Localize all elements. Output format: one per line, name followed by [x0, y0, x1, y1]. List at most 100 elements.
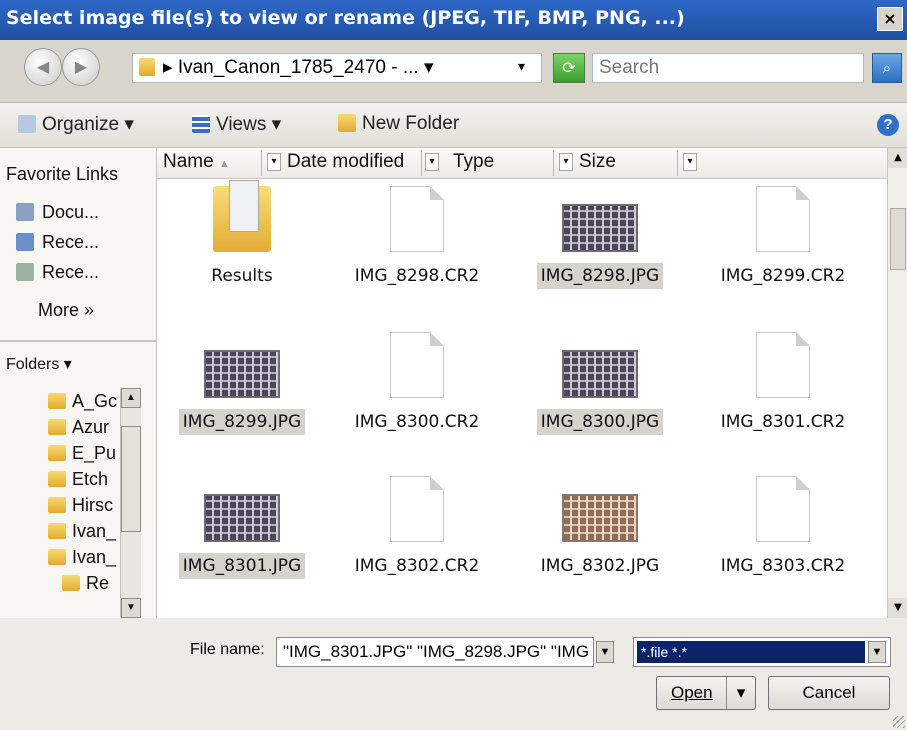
column-type[interactable]: Type	[453, 151, 494, 173]
back-button[interactable]: ◀	[24, 48, 62, 86]
title-bar[interactable]: Select image file(s) to view or rename (…	[0, 0, 907, 40]
file-name-text: IMG_8301.CR2	[720, 412, 846, 432]
nav-divider[interactable]	[0, 340, 156, 342]
views-icon	[192, 115, 210, 133]
file-name-label: IMG_8300.CR2	[332, 412, 502, 432]
file-item[interactable]: IMG_8300.CR2	[332, 324, 502, 464]
tree-folder-label: E_Pu	[72, 443, 117, 463]
file-name-label: IMG_8302.CR2	[332, 556, 502, 576]
raw-file-icon	[756, 476, 810, 542]
raw-file-icon	[756, 186, 810, 252]
cancel-button[interactable]: Cancel	[768, 676, 890, 710]
column-divider[interactable]	[677, 150, 678, 176]
tree-folder[interactable]: Re	[62, 573, 156, 594]
file-type-filter-value: *.file *.*	[637, 641, 865, 663]
recent-places-icon	[16, 233, 34, 251]
image-thumbnail	[562, 350, 638, 398]
folders-heading[interactable]: Folders ▾	[6, 354, 72, 374]
column-date-modified[interactable]: Date modified	[287, 151, 404, 173]
column-size-filter[interactable]: ▾	[683, 153, 697, 171]
file-type-filter[interactable]: *.file *.* ▼	[633, 637, 891, 667]
folder-icon	[48, 445, 66, 461]
views-menu[interactable]: Views ▾	[192, 113, 281, 136]
tree-scroll-up[interactable]: ▲	[121, 388, 141, 408]
file-item[interactable]: Results	[157, 178, 327, 318]
folder-icon	[48, 393, 66, 409]
organize-menu[interactable]: Organize ▾	[18, 113, 134, 136]
file-item[interactable]: IMG_8299.JPG	[157, 324, 327, 464]
tree-scroll-down[interactable]: ▼	[121, 598, 141, 618]
open-split-dropdown[interactable]: ▾	[726, 677, 755, 709]
new-folder-icon	[338, 114, 356, 132]
file-dialog-window: Select image file(s) to view or rename (…	[0, 0, 907, 730]
file-name-dropdown[interactable]: ▼	[596, 641, 614, 663]
folder-icon	[48, 523, 66, 539]
file-name-label: IMG_8301.JPG	[157, 553, 327, 579]
file-type-dropdown[interactable]: ▼	[868, 641, 886, 663]
forward-button[interactable]: ▶	[62, 48, 100, 86]
new-folder-button[interactable]: New Folder	[338, 113, 459, 135]
navigation-pane: Favorite Links Docu... Rece... Rece... M…	[0, 148, 157, 618]
file-item[interactable]: IMG_8300.JPG	[515, 324, 685, 464]
nav-link-recently-changed[interactable]: Rece...	[16, 262, 99, 283]
file-item[interactable]: IMG_8303.CR2	[698, 468, 868, 608]
address-path: ▸ Ivan_Canon_1785_2470 - ... ▾	[163, 57, 434, 78]
column-name-filter[interactable]: ▾	[267, 153, 281, 171]
file-name-label: IMG_8303.CR2	[698, 556, 868, 576]
nav-link-documents[interactable]: Docu...	[16, 202, 99, 223]
folder-tree-scrollbar[interactable]: ▲ ▼	[120, 388, 141, 618]
column-date-filter[interactable]: ▾	[425, 153, 439, 171]
file-list-scrollbar[interactable]: ▲ ▼	[887, 148, 907, 618]
column-name[interactable]: Name ▲	[163, 151, 230, 173]
column-divider[interactable]	[261, 150, 262, 176]
column-divider[interactable]	[421, 150, 422, 176]
file-name-text: IMG_8298.CR2	[354, 266, 480, 286]
file-name-label: IMG_8299.JPG	[157, 409, 327, 435]
column-divider[interactable]	[553, 150, 554, 176]
address-breadcrumb[interactable]: ▸ Ivan_Canon_1785_2470 - ... ▾	[132, 53, 542, 83]
column-type-filter[interactable]: ▾	[559, 153, 573, 171]
open-button[interactable]: Open ▾	[656, 676, 756, 710]
file-item[interactable]: IMG_8301.CR2	[698, 324, 868, 464]
folder-icon	[213, 180, 271, 252]
file-item[interactable]: IMG_8301.JPG	[157, 468, 327, 608]
file-item[interactable]: IMG_8298.JPG	[515, 178, 685, 318]
raw-file-icon	[390, 186, 444, 252]
scroll-down-button[interactable]: ▼	[888, 598, 907, 618]
help-icon[interactable]: ?	[877, 114, 899, 136]
tree-scroll-thumb[interactable]	[121, 426, 141, 532]
tree-folder-label: Ivan_	[72, 521, 117, 541]
nav-link-recent-places[interactable]: Rece...	[16, 232, 99, 253]
folder-icon	[48, 497, 66, 513]
folder-icon	[48, 471, 66, 487]
file-name-text: IMG_8300.JPG	[536, 409, 664, 435]
search-input[interactable]: Search	[592, 53, 864, 83]
file-name-text: IMG_8301.JPG	[178, 553, 306, 579]
sort-ascending-icon: ▲	[218, 158, 230, 170]
column-size[interactable]: Size	[579, 151, 616, 173]
resize-grip[interactable]	[893, 716, 905, 728]
file-item[interactable]: IMG_8299.CR2	[698, 178, 868, 318]
scroll-thumb[interactable]	[890, 208, 906, 270]
file-list[interactable]: Name ▲ ▾ Date modified ▾ Type ▾ Size ▾ R…	[157, 148, 887, 618]
refresh-icon[interactable]: ⟳	[553, 53, 585, 83]
address-dropdown-icon[interactable]: ▾	[518, 59, 525, 75]
folder-icon	[48, 419, 66, 435]
more-links-button[interactable]: More »	[38, 300, 94, 321]
address-bar-region: ◀ ▶ ▸ Ivan_Canon_1785_2470 - ... ▾ ▾ ⟳ S…	[0, 40, 907, 103]
image-thumbnail	[204, 350, 280, 398]
file-item[interactable]: IMG_8302.JPG	[515, 468, 685, 608]
file-item[interactable]: IMG_8298.CR2	[332, 178, 502, 318]
dialog-footer: File name: "IMG_8301.JPG" "IMG_8298.JPG"…	[0, 619, 907, 730]
file-name-input[interactable]: "IMG_8301.JPG" "IMG_8298.JPG" "IMG	[276, 637, 594, 667]
file-name-text: IMG_8302.CR2	[354, 556, 480, 576]
raw-file-icon	[390, 332, 444, 398]
open-label: Open	[671, 683, 713, 702]
raw-file-icon	[390, 476, 444, 542]
file-item[interactable]: IMG_8302.CR2	[332, 468, 502, 608]
file-name-label: IMG_8298.JPG	[515, 263, 685, 289]
close-button[interactable]: ×	[877, 7, 903, 31]
tree-folder-label: Azur	[72, 417, 110, 437]
scroll-up-button[interactable]: ▲	[888, 148, 907, 168]
search-icon[interactable]: ⌕	[872, 53, 902, 83]
